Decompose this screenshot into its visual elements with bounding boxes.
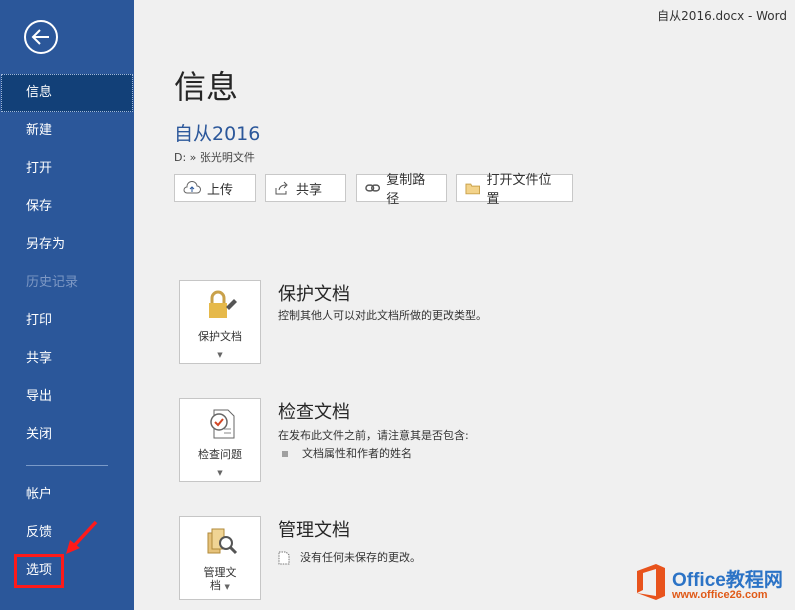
backstage-sidebar: 信息 新建 打开 保存 另存为 历史记录 打印 共享 导出 关闭 帐户 反馈 选…	[0, 0, 134, 610]
nav-print[interactable]: 打印	[0, 302, 134, 340]
copy-path-label: 复制路径	[386, 173, 426, 207]
nav-save-as[interactable]: 另存为	[0, 226, 134, 264]
lock-key-icon	[209, 290, 237, 318]
watermark-title: Office教程网	[672, 570, 783, 591]
inspect-heading: 检查文档	[278, 402, 350, 423]
nav-open[interactable]: 打开	[0, 150, 134, 188]
inspect-document-button[interactable]: 检查问题 ▼	[179, 398, 261, 482]
red-arrow-annotation	[66, 520, 98, 554]
share-label: 共享	[296, 182, 323, 198]
open-file-location-button[interactable]: 打开文件位置	[456, 173, 573, 207]
protect-document-button[interactable]: 保护文档 ▼	[179, 280, 261, 364]
watermark-url: www.office26.com	[672, 589, 768, 601]
manage-card-label: 管理文档 ▼	[203, 566, 237, 592]
protect-description: 控制其他人可以对此文档所做的更改类型。	[278, 309, 487, 322]
office-logo-icon	[637, 564, 665, 600]
nav-account[interactable]: 帐户	[0, 476, 134, 514]
protect-card-label: 保护文档	[198, 330, 242, 343]
info-pane: 自从2016.docx - Word 信息 自从2016 D: » 张光明文件 …	[134, 0, 795, 610]
chevron-down-icon: ▼	[217, 469, 223, 477]
manage-description: 没有任何未保存的更改。	[300, 551, 421, 564]
share-button[interactable]: 共享	[265, 174, 346, 202]
protect-heading: 保护文档	[278, 284, 350, 305]
watermark: Office教程网 www.office26.com	[634, 563, 794, 607]
nav-save[interactable]: 保存	[0, 188, 134, 226]
inspect-card-label: 检查问题	[198, 448, 242, 461]
share-icon	[275, 181, 288, 195]
open-file-location-label: 打开文件位置	[486, 173, 552, 207]
nav-info[interactable]: 信息	[1, 74, 133, 112]
document-path[interactable]: D: » 张光明文件	[174, 149, 255, 165]
window-title: 自从2016.docx - Word	[657, 9, 787, 23]
back-arrow-icon[interactable]	[24, 20, 58, 54]
manage-document-icon	[207, 528, 238, 555]
document-icon	[278, 551, 290, 565]
inspect-description: 在发布此文件之前，请注意其是否包含:	[278, 429, 469, 442]
page-title: 信息	[174, 68, 239, 106]
nav-new[interactable]: 新建	[0, 112, 134, 150]
bullet-square-icon	[282, 451, 288, 457]
folder-icon	[465, 183, 481, 194]
nav-export[interactable]: 导出	[0, 378, 134, 416]
manage-heading: 管理文档	[278, 520, 350, 541]
inspect-bullet-text: 文档属性和作者的姓名	[302, 447, 412, 460]
nav-close[interactable]: 关闭	[0, 416, 134, 454]
inspect-bullet: 文档属性和作者的姓名	[282, 445, 412, 461]
chevron-down-icon: ▼	[217, 351, 223, 359]
upload-button[interactable]: 上传	[174, 174, 256, 202]
link-icon	[365, 184, 381, 192]
nav-share[interactable]: 共享	[0, 340, 134, 378]
manage-description-row: 没有任何未保存的更改。	[278, 549, 421, 565]
nav-divider	[26, 465, 108, 466]
upload-label: 上传	[207, 182, 234, 198]
options-highlight-box	[14, 554, 64, 588]
inspect-document-icon	[210, 409, 235, 439]
upload-icon	[183, 181, 201, 194]
nav-history: 历史记录	[26, 275, 79, 290]
copy-path-button[interactable]: 复制路径	[356, 173, 447, 207]
document-name: 自从2016	[174, 123, 261, 145]
manage-document-button[interactable]: 管理文档 ▼	[179, 516, 261, 600]
